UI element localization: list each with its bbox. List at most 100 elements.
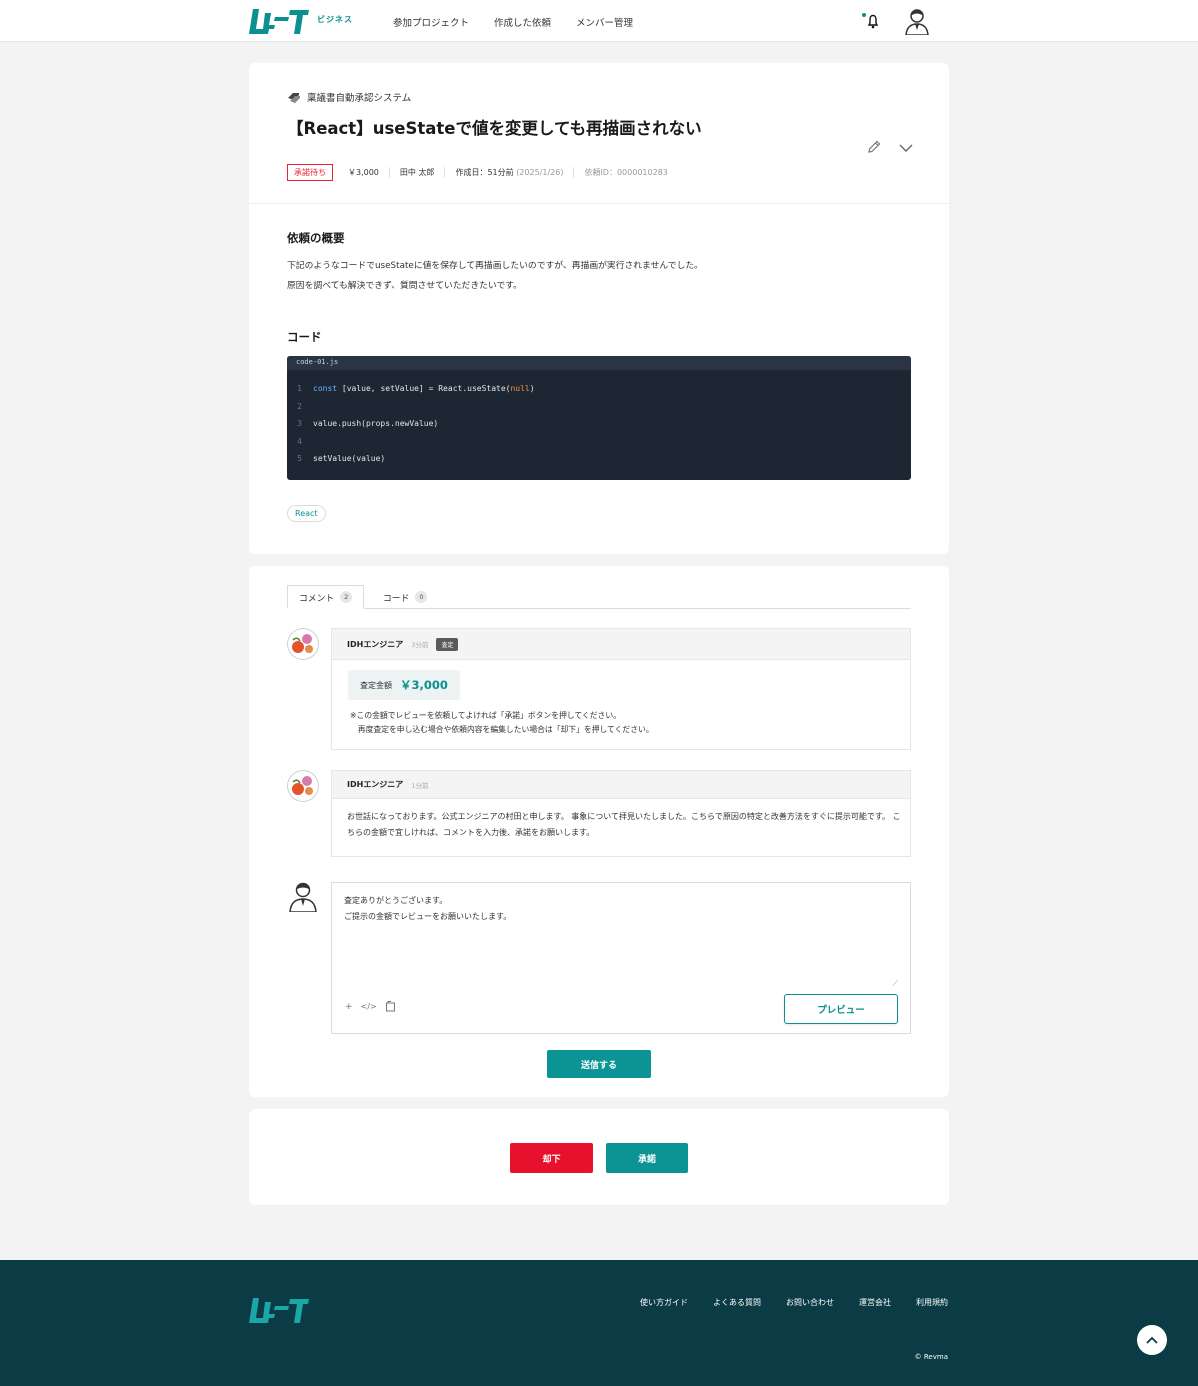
notification-button[interactable] — [862, 11, 884, 31]
overview-line: 下記のようなコードでuseStateに値を保存して再描画したいのですが、再描画が… — [287, 261, 703, 271]
project-tag-icon — [288, 93, 300, 103]
project-label[interactable]: 稟議書自動承認システム — [287, 90, 411, 104]
comment-author: IDHエンジニア — [347, 780, 404, 789]
copyright: © Revma — [914, 1353, 948, 1361]
reject-button[interactable]: 却下 — [510, 1143, 593, 1173]
footer-link-faq[interactable]: よくある質問 — [713, 1297, 761, 1308]
assessment-value: ￥3,000 — [400, 678, 448, 692]
assessment-label: 査定金額 — [360, 680, 392, 690]
code-line: 5 setValue(value) — [287, 454, 385, 463]
chevron-down-icon[interactable] — [899, 143, 913, 153]
comment-header: IDHエンジニア 1分前 — [332, 771, 910, 799]
created-label: 作成日：51分前 — [455, 168, 514, 177]
code-line: 3 value.push(props.newValue) — [287, 419, 438, 428]
notification-dot — [862, 13, 866, 17]
request-id: 依頼ID：0000010283 — [584, 168, 668, 177]
approve-button[interactable]: 承諾 — [606, 1143, 688, 1173]
code-text: value.push(props.newValue) — [313, 419, 439, 428]
project-name: 稟議書自動承認システム — [307, 93, 412, 104]
code-block: code-01.js 1 const [value, setValue] = R… — [287, 356, 911, 480]
brand-logo[interactable]: ビジネス — [249, 7, 353, 35]
flower-avatar-icon — [287, 628, 319, 660]
request-title: 【React】useStateで値を変更しても再描画されない — [287, 119, 702, 138]
status-badge: 承諾待ち — [287, 164, 333, 181]
top-header: ビジネス 参加プロジェクト 作成した依頼 メンバー管理 — [0, 0, 1198, 42]
tab-comments[interactable]: コメント 2 — [287, 585, 365, 609]
divider — [249, 203, 949, 204]
assessment-note: ※この金額でレビューを依頼してよければ「承諾」ボタンを押してください。 再度査定… — [350, 709, 654, 737]
pencil-icon[interactable] — [866, 139, 882, 155]
comment-card: IDHエンジニア 3分前 査定 査定金額 ￥3,000 ※この金額でレビューを依… — [331, 628, 911, 750]
nav-item-members[interactable]: メンバー管理 — [576, 15, 633, 29]
footer-link-contact[interactable]: お問い合わせ — [786, 1297, 834, 1308]
tab-code[interactable]: コード 0 — [372, 585, 438, 609]
created-date: 作成日：51分前 (2025/1/26) — [455, 167, 575, 178]
logo-sub-label: ビジネス — [317, 15, 353, 24]
tab-label: コード — [383, 593, 410, 604]
request-meta: 承諾待ち ￥3,000 田中 太郎 作成日：51分前 (2025/1/26) 依… — [287, 164, 688, 181]
comment-author: IDHエンジニア — [347, 639, 404, 649]
code-text: setValue(value) — [313, 454, 386, 463]
plus-icon[interactable]: + — [345, 1002, 353, 1012]
assessment-amount: 査定金額 ￥3,000 — [348, 670, 460, 700]
footer-link-terms[interactable]: 利用規約 — [916, 1297, 948, 1308]
code-line: 2 — [287, 402, 313, 411]
footer-link-guide[interactable]: 使い方ガイド — [640, 1297, 688, 1308]
created-date-value: (2025/1/26) — [516, 168, 564, 177]
main-nav: 参加プロジェクト 作成した依頼 メンバー管理 — [393, 15, 633, 29]
attach-icon[interactable] — [385, 1001, 396, 1012]
nav-item-created-requests[interactable]: 作成した依頼 — [494, 15, 551, 29]
requester-name: 田中 太郎 — [400, 167, 446, 178]
resize-handle-icon[interactable]: ⟋ — [892, 979, 898, 989]
decision-card: 却下 承諾 — [249, 1109, 949, 1205]
code-filename: code-01.js — [287, 356, 911, 370]
note-line: 再度査定を申し込む場合や依頼内容を編集したい場合は「却下」を押してください。 — [350, 725, 654, 734]
user-avatar-icon — [289, 882, 317, 912]
line-number: 5 — [297, 454, 302, 463]
line-number: 2 — [297, 402, 302, 411]
comment-time: 3分前 — [411, 641, 429, 649]
overview-heading: 依頼の概要 — [287, 231, 345, 245]
flower-avatar-icon — [287, 770, 319, 802]
footer-logo-icon[interactable] — [249, 1296, 311, 1324]
code-heading: コード — [287, 330, 322, 344]
logo-mark-icon — [249, 9, 309, 34]
line-number: 4 — [297, 437, 302, 446]
footer-link-company[interactable]: 運営会社 — [859, 1297, 891, 1308]
comment-card: IDHエンジニア 1分前 お世話になっております。公式エンジニアの村田と申します… — [331, 770, 911, 857]
engineer-avatar — [287, 770, 319, 802]
overview-line: 原因を調べても解決できず、質問させていただきたいです。 — [287, 281, 522, 291]
code-line: 4 — [287, 437, 313, 446]
user-avatar-icon[interactable] — [904, 7, 930, 35]
code-line: 1 const [value, setValue] = React.useSta… — [287, 384, 535, 393]
code-null: null — [510, 384, 530, 393]
comment-header: IDHエンジニア 3分前 査定 — [332, 629, 910, 660]
comment-editor[interactable]: 査定ありがとうございます。 ご提示の金額でレビューをお願いいたします。 ⟋ + … — [331, 882, 911, 1034]
code-icon[interactable]: </> — [361, 1002, 377, 1011]
tab-count: 0 — [415, 591, 428, 603]
comments-card: コメント 2 コード 0 IDHエンジニア 3分前 査定 査定金額 ￥3,000… — [249, 566, 949, 1097]
comment-textarea[interactable]: 査定ありがとうございます。 ご提示の金額でレビューをお願いいたします。 — [344, 893, 511, 925]
tab-count: 2 — [340, 591, 353, 603]
code-keyword: const — [313, 384, 338, 393]
request-card: 稟議書自動承認システム 【React】useStateで値を変更しても再描画され… — [249, 63, 949, 554]
tag-react[interactable]: React — [287, 505, 326, 522]
line-number: 1 — [297, 384, 302, 393]
preview-button[interactable]: プレビュー — [784, 994, 898, 1024]
code-text: ) — [529, 384, 535, 393]
overview-text: 下記のようなコードでuseStateに値を保存して再描画したいのですが、再描画が… — [287, 256, 703, 296]
comment-time: 1分前 — [411, 781, 429, 790]
send-button[interactable]: 送信する — [547, 1050, 651, 1078]
code-text: [value, setValue] = React.useState( — [337, 384, 511, 393]
assessment-badge: 査定 — [436, 637, 459, 651]
request-price: ￥3,000 — [348, 167, 390, 178]
editor-toolbar: + </> — [345, 1001, 396, 1012]
note-line: ※この金額でレビューを依頼してよければ「承諾」ボタンを押してください。 — [350, 711, 621, 720]
footer-links: 使い方ガイド よくある質問 お問い合わせ 運営会社 利用規約 — [640, 1297, 948, 1308]
scroll-to-top-button[interactable] — [1137, 1325, 1167, 1355]
line-number: 3 — [297, 419, 302, 428]
nav-item-projects[interactable]: 参加プロジェクト — [393, 15, 469, 29]
chevron-up-icon — [1146, 1336, 1158, 1344]
tab-label: コメント — [299, 593, 335, 604]
comment-body: お世話になっております。公式エンジニアの村田と申します。 事象について拝見いたし… — [347, 812, 901, 837]
